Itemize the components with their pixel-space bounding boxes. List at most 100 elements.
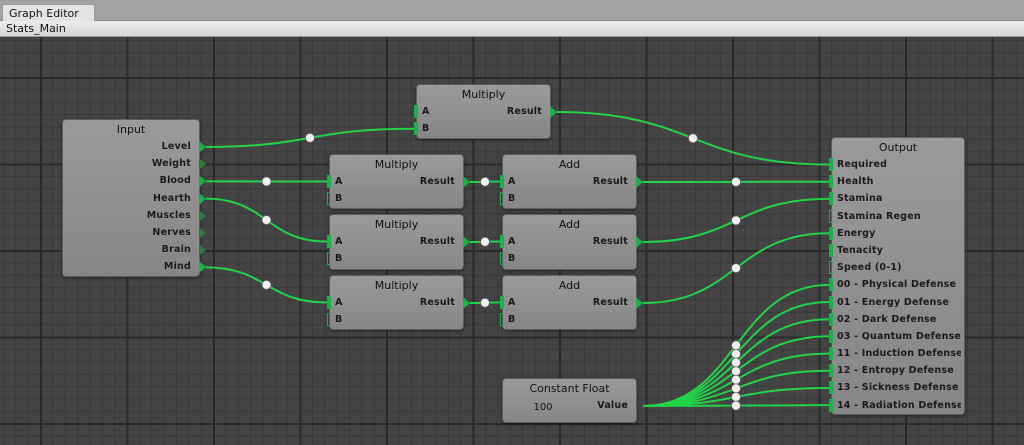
input-row: Brain (63, 241, 206, 258)
input-port[interactable] (829, 226, 833, 240)
input-port[interactable] (829, 261, 833, 275)
input-port[interactable] (500, 192, 504, 206)
input-port[interactable] (327, 192, 331, 206)
output-port[interactable] (636, 176, 643, 188)
port-label: 02 - Dark Defense (837, 313, 937, 325)
input-port[interactable] (829, 158, 833, 171)
output-port[interactable] (463, 297, 470, 309)
output-port[interactable] (199, 158, 206, 171)
output-port[interactable] (463, 176, 470, 188)
breadcrumb[interactable]: Stats_Main (0, 21, 1024, 37)
input-port[interactable] (327, 235, 331, 248)
output-row: Required (829, 156, 964, 173)
output-port[interactable] (550, 106, 557, 118)
port-label: Blood (159, 175, 191, 187)
constant-float-node[interactable]: Constant Float 100 Value (502, 378, 637, 423)
tab-graph-editor[interactable]: Graph Editor (2, 4, 95, 22)
input-port[interactable] (500, 252, 504, 266)
output-port[interactable] (199, 141, 206, 153)
output-node[interactable]: Output Required Health Stamina Stamina Rege… (829, 137, 965, 415)
port-label: Stamina (837, 193, 883, 205)
port-label: Speed (0-1) (837, 262, 902, 274)
input-port[interactable] (327, 313, 331, 327)
node-title: Output (878, 141, 918, 154)
port-label: Required (837, 159, 888, 170)
port-label: A (508, 176, 516, 187)
tab-bar: Graph Editor (0, 0, 1024, 22)
input-row-b: B (500, 190, 636, 207)
input-port[interactable] (829, 192, 833, 206)
input-port[interactable] (829, 347, 833, 361)
port-label: Result (419, 297, 455, 308)
output-port[interactable] (199, 209, 206, 222)
output-port[interactable] (199, 175, 206, 188)
input-row-b: B (500, 250, 636, 267)
node-title: Multiply (374, 218, 419, 231)
output-port[interactable] (463, 236, 470, 248)
input-row: Nerves (63, 224, 206, 241)
input-port[interactable] (500, 296, 504, 309)
input-row: Weight (63, 155, 206, 172)
add-node[interactable]: Add A B Result (500, 214, 643, 270)
port-label: Result (419, 236, 455, 247)
output-row: Stamina Regen (829, 208, 964, 225)
port-label: Result (592, 176, 628, 187)
output-port[interactable] (636, 297, 643, 309)
multiply-node[interactable]: Multiply A B Result (327, 214, 470, 270)
result-row: Result (592, 294, 643, 311)
input-row-b: B (414, 120, 550, 137)
output-row: 01 - Energy Defense (829, 294, 964, 311)
input-port[interactable] (829, 364, 833, 378)
node-title: Constant Float (529, 382, 610, 395)
multiply-node[interactable]: Multiply A B Result (414, 84, 557, 139)
port-label: Weight (151, 158, 191, 170)
node-title: Input (116, 123, 146, 136)
port-label: Energy (837, 227, 876, 239)
input-port[interactable] (829, 278, 833, 292)
port-label: B (508, 253, 516, 265)
input-port[interactable] (829, 209, 833, 223)
input-row: Level (63, 138, 206, 155)
port-label: B (335, 193, 343, 205)
input-port[interactable] (500, 235, 504, 248)
add-node[interactable]: Add A B Result (500, 275, 643, 330)
node-title: Add (558, 218, 581, 231)
output-port[interactable] (199, 244, 206, 257)
result-row: Result (419, 233, 470, 250)
input-port[interactable] (327, 252, 331, 266)
input-port[interactable] (500, 175, 504, 188)
output-port[interactable] (636, 236, 643, 248)
input-port[interactable] (829, 312, 833, 326)
result-row: Result (420, 173, 470, 190)
port-label: 00 - Physical Defense (837, 279, 957, 291)
port-label: B (335, 314, 343, 326)
input-port[interactable] (414, 122, 418, 136)
output-row: 12 - Entropy Defense (829, 362, 964, 379)
output-port[interactable] (199, 226, 206, 239)
multiply-node[interactable]: Multiply A B Result (327, 275, 470, 330)
output-row: 11 - Induction Defense (829, 345, 964, 362)
input-row: Hearth (63, 190, 206, 207)
multiply-node[interactable]: Multiply A B Result (327, 154, 470, 209)
input-port[interactable] (829, 243, 833, 257)
input-row: Muscles (63, 207, 206, 224)
output-port[interactable] (199, 192, 206, 205)
input-port[interactable] (829, 381, 833, 395)
output-port[interactable] (199, 261, 206, 274)
input-port[interactable] (327, 296, 331, 309)
port-label: A (508, 297, 516, 308)
node-title: Add (558, 279, 581, 292)
input-port[interactable] (829, 295, 833, 309)
port-label: Result (592, 297, 628, 308)
input-port[interactable] (829, 329, 833, 343)
input-port[interactable] (829, 398, 833, 412)
input-port[interactable] (500, 313, 504, 327)
add-node[interactable]: Add A B Result (500, 154, 643, 209)
input-node[interactable]: Input Level Weight Blood Hearth Muscles Nerve… (62, 119, 206, 277)
input-port[interactable] (414, 105, 418, 118)
output-row: 13 - Sickness Defense (829, 379, 964, 396)
input-port[interactable] (829, 175, 833, 189)
port-label: B (335, 253, 343, 265)
output-row: 00 - Physical Defense (829, 276, 964, 293)
input-port[interactable] (327, 175, 331, 188)
